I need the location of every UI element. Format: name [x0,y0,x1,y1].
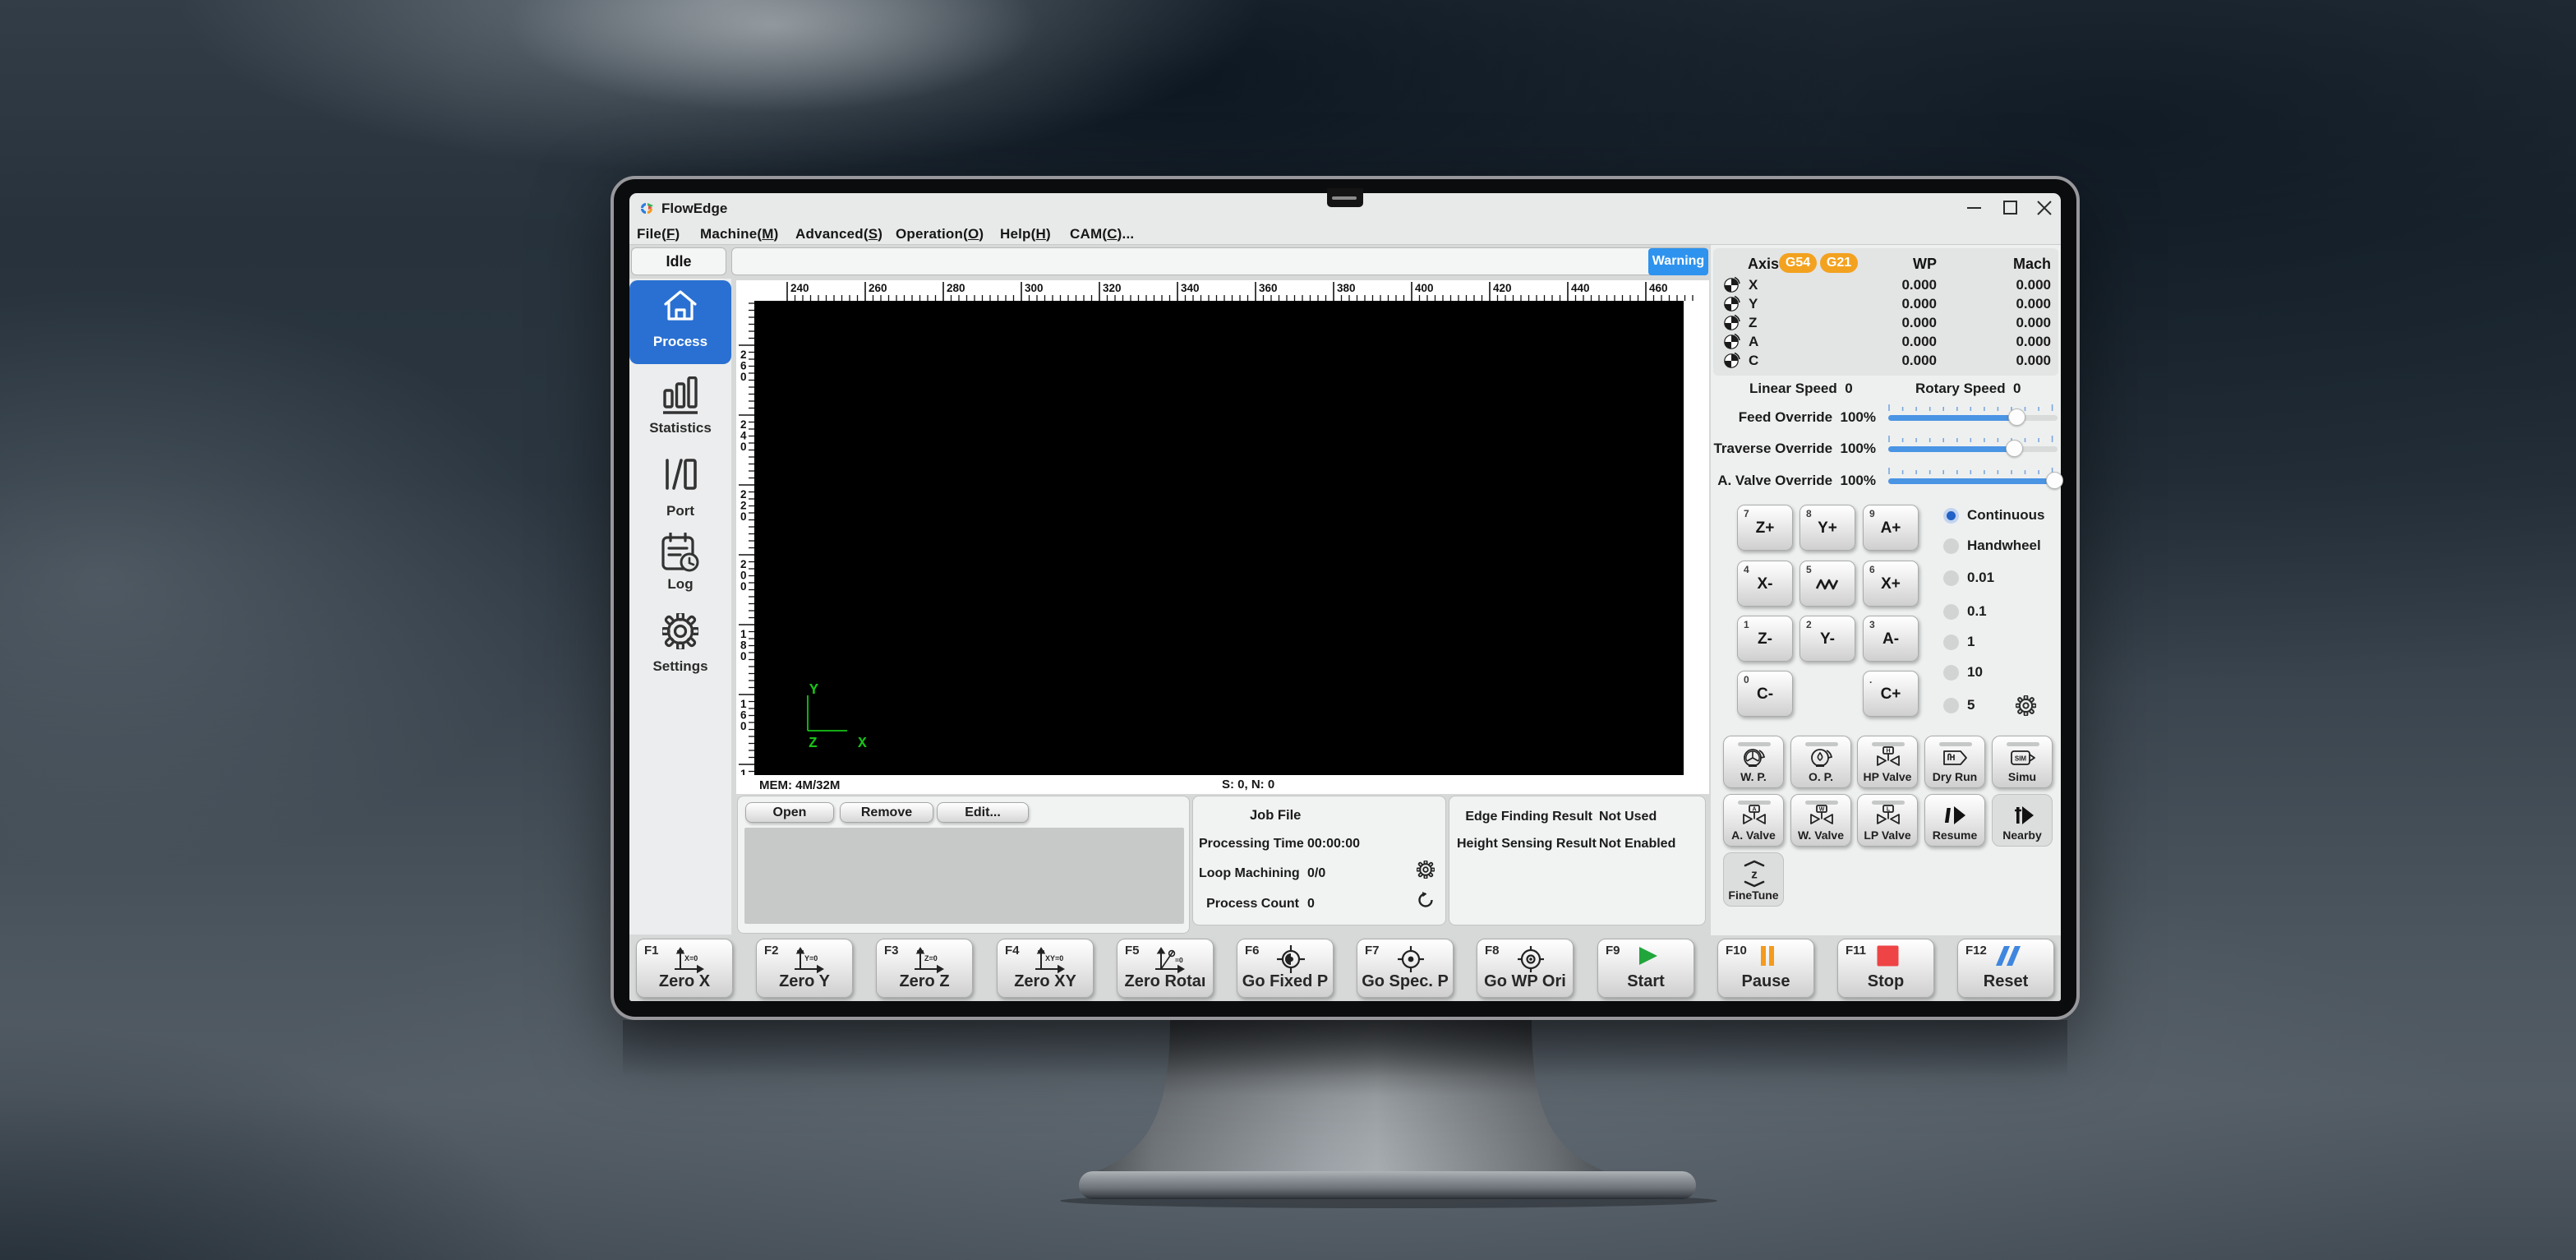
svg-text:340: 340 [1181,282,1200,294]
svg-text:0: 0 [740,510,747,523]
svg-text:XY=0: XY=0 [1045,954,1063,962]
svg-text:300: 300 [1025,282,1044,294]
svg-text:0: 0 [740,441,747,453]
svg-text:280: 280 [947,282,965,294]
svg-text:380: 380 [1337,282,1356,294]
svg-text:Y: Y [809,682,818,699]
svg-text:z: z [1751,868,1758,882]
svg-text:SIM: SIM [2015,755,2027,763]
svg-text:Y=0: Y=0 [804,954,818,962]
svg-text:0: 0 [740,650,747,662]
svg-text:H: H [1886,749,1890,755]
svg-text:460: 460 [1649,282,1668,294]
svg-text:360: 360 [1259,282,1278,294]
svg-text:0: 0 [740,720,747,732]
svg-text:0: 0 [740,580,747,593]
svg-text:240: 240 [790,282,809,294]
svg-text:X: X [858,736,867,752]
svg-text:400: 400 [1415,282,1434,294]
svg-text:0: 0 [740,371,747,383]
svg-text:X=0: X=0 [684,954,698,962]
svg-text:A: A [1752,807,1756,813]
svg-text:440: 440 [1571,282,1590,294]
svg-text:L: L [1887,807,1891,813]
svg-text:1: 1 [740,768,747,775]
svg-text:260: 260 [869,282,887,294]
svg-text:420: 420 [1493,282,1512,294]
svg-text:320: 320 [1103,282,1122,294]
svg-text:W: W [1819,807,1825,813]
svg-text:Z=0: Z=0 [924,954,938,962]
svg-text:=0: =0 [1175,956,1183,964]
svg-text:Z: Z [809,736,818,752]
